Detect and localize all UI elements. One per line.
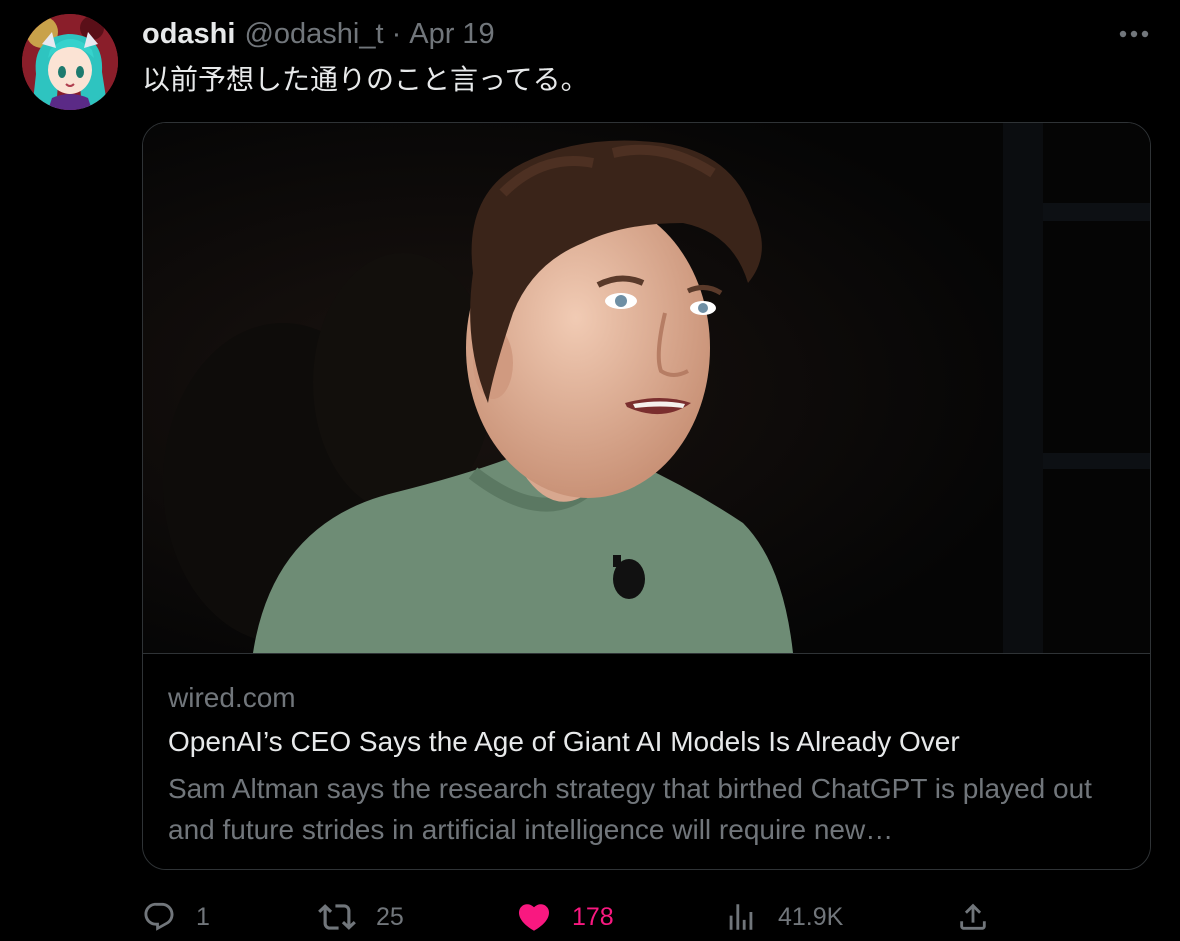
user-handle[interactable]: @odashi_t xyxy=(244,18,383,51)
card-photo xyxy=(143,123,1150,653)
card-body: wired.com OpenAI’s CEO Says the Age of G… xyxy=(143,654,1150,869)
retweet-icon xyxy=(318,904,356,930)
separator-dot: · xyxy=(391,17,402,50)
more-horizontal-icon xyxy=(1119,30,1149,38)
tweet-date[interactable]: Apr 19 xyxy=(409,18,494,51)
card-description: Sam Altman says the research strategy th… xyxy=(168,773,1092,845)
heart-filled-icon xyxy=(518,904,550,931)
share-button[interactable] xyxy=(956,893,990,941)
retweet-count: 25 xyxy=(376,902,404,931)
reply-count: 1 xyxy=(196,902,210,931)
tweet: odashi @odashi_t · Apr 19 以前予想した通りのこと言って… xyxy=(0,0,1180,941)
card-title: OpenAI’s CEO Says the Age of Giant AI Mo… xyxy=(168,726,960,757)
action-bar: 1 25 178 41.9K xyxy=(142,893,1162,941)
views-button[interactable]: 41.9K xyxy=(724,893,843,941)
share-icon xyxy=(960,903,986,930)
display-name[interactable]: odashi xyxy=(142,18,235,51)
tweet-text: 以前予想した通りのこと言ってる。 xyxy=(142,64,589,95)
reply-icon xyxy=(144,902,174,931)
views-count: 41.9K xyxy=(778,902,844,931)
card-image xyxy=(143,123,1150,654)
reply-button[interactable]: 1 xyxy=(142,893,210,941)
more-options-button[interactable] xyxy=(1112,20,1156,48)
card-domain: wired.com xyxy=(168,682,296,713)
avatar[interactable] xyxy=(22,14,118,110)
retweet-button[interactable]: 25 xyxy=(318,893,404,941)
like-button[interactable]: 178 xyxy=(516,893,614,941)
tweet-header: odashi @odashi_t · Apr 19 xyxy=(142,14,495,54)
analytics-icon xyxy=(729,904,753,930)
like-count: 178 xyxy=(572,902,614,931)
link-card[interactable]: wired.com OpenAI’s CEO Says the Age of G… xyxy=(142,122,1151,870)
avatar-image xyxy=(22,14,118,110)
